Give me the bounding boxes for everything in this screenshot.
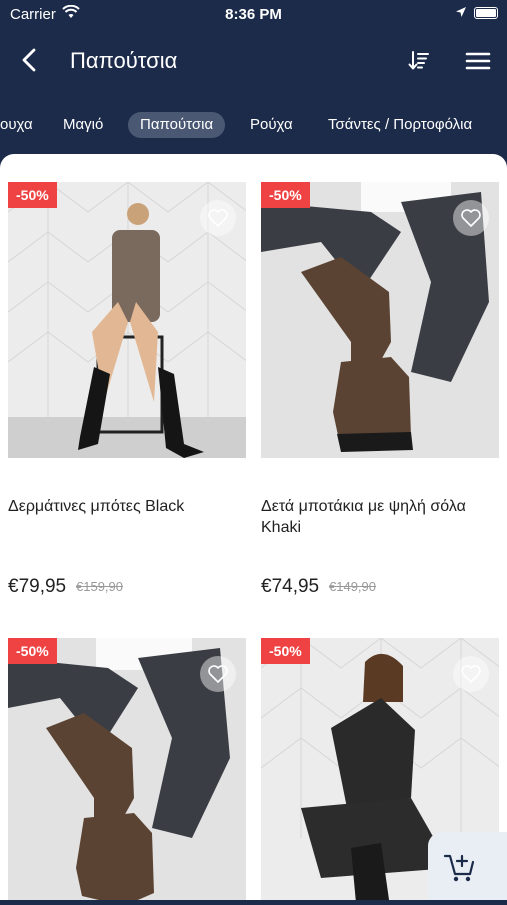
discount-badge: -50% [8,638,57,664]
heart-icon [461,209,481,227]
discount-badge: -50% [261,638,310,664]
status-bar: Carrier 8:36 PM [0,0,507,28]
navigation-bar: Παπούτσια [0,28,507,92]
tab-shoes[interactable]: Παπούτσια [128,112,226,138]
product-old-price: €159,90 [76,579,123,594]
favorite-button[interactable] [200,200,236,236]
location-icon [456,7,466,17]
favorite-button[interactable] [453,200,489,236]
add-to-cart-icon [443,854,475,882]
product-grid: -50% Δερμάτινες μπότες Black €79,95 €159… [0,154,507,900]
product-price: €79,95 [8,576,67,597]
sort-icon[interactable] [406,48,432,74]
category-tabs: ουχα Μαγιό Παπούτσια Ρούχα Τσάντες / Πορ… [0,106,507,142]
heart-icon [461,665,481,683]
product-name[interactable]: Δερμάτινες μπότες Black [8,496,246,517]
discount-badge: -50% [8,182,57,208]
tab-swimwear[interactable]: Μαγιό [51,112,115,138]
page-title: Παπούτσια [70,48,178,73]
tab-clothes-partial[interactable]: ουχα [0,112,45,138]
product-name[interactable]: Δετά μποτάκια με ψηλή σόλα Khaki [261,496,499,538]
clock: 8:36 PM [225,6,282,23]
tab-bags-wallets[interactable]: Τσάντες / Πορτοφόλια [316,112,484,138]
cart-button[interactable] [428,832,507,900]
favorite-button[interactable] [200,656,236,692]
tab-clothes[interactable]: Ρούχα [238,112,305,138]
back-chevron-icon[interactable] [18,46,42,74]
hamburger-menu-icon[interactable] [464,48,492,74]
product-price: €74,95 [261,576,320,597]
heart-icon [208,209,228,227]
heart-icon [208,665,228,683]
discount-badge: -50% [261,182,310,208]
favorite-button[interactable] [453,656,489,692]
product-old-price: €149,90 [329,579,376,594]
battery-icon [474,7,498,19]
